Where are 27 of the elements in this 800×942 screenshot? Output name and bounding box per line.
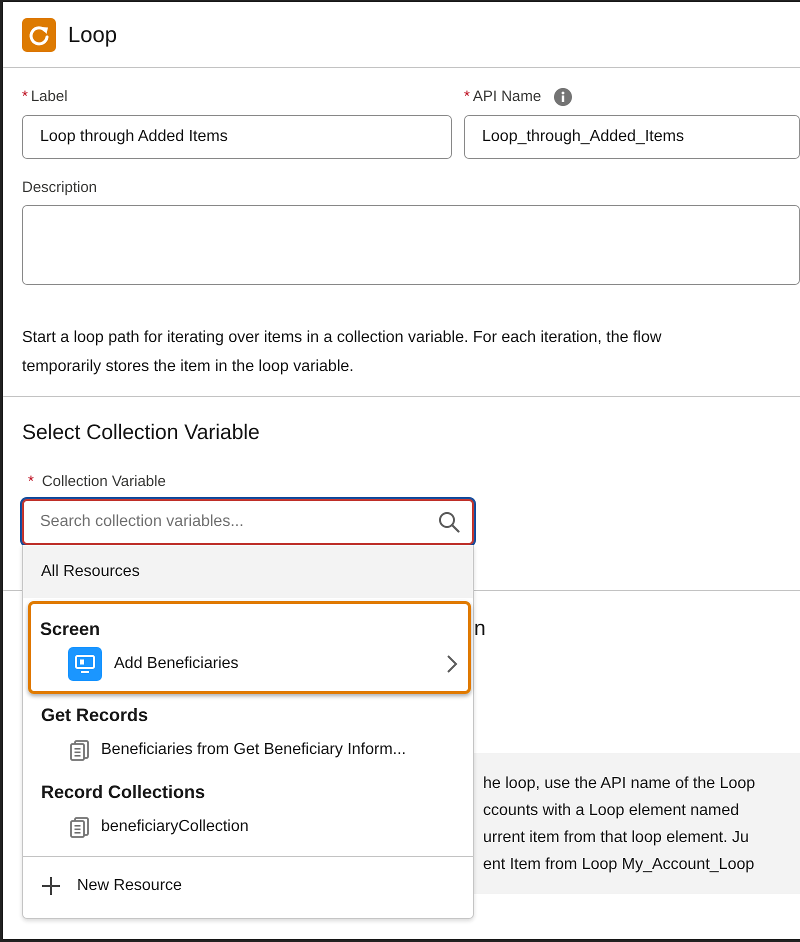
search-field[interactable]: Search collection variables... xyxy=(22,499,474,545)
description-field[interactable] xyxy=(22,205,800,285)
field-label: Label xyxy=(30,87,68,107)
required-mark: * xyxy=(28,472,34,492)
section-heading: n xyxy=(474,616,487,642)
required-mark: * xyxy=(464,87,470,107)
loop-icon xyxy=(22,18,56,52)
clipboard-stack-icon xyxy=(69,739,89,761)
menu-header: All Resources xyxy=(23,545,473,598)
panel-title: Loop xyxy=(68,21,117,49)
text-field[interactable]: Loop through Added Items xyxy=(22,114,452,158)
plus-icon xyxy=(41,876,61,896)
field-label: API Name xyxy=(472,87,542,107)
required-mark: * xyxy=(22,87,28,107)
text-field[interactable]: Loop_through_Added_Items xyxy=(464,114,800,158)
section-heading: Select Collection Variable xyxy=(22,420,261,446)
new-resource-button[interactable]: New Resource xyxy=(23,856,473,914)
group-heading: Get Records xyxy=(40,704,150,727)
screen-icon xyxy=(68,647,102,681)
help-text: Start a loop path for iterating over items in a collection variable. For each iteration, the flow temporarily stores the item in the loop variable. xyxy=(22,328,662,377)
group-heading: Screen xyxy=(39,618,102,641)
field-label: Description xyxy=(22,178,98,198)
menu-item[interactable]: Add Beneficiaries xyxy=(31,643,468,685)
field-label: Collection Variable xyxy=(42,472,166,492)
clipboard-stack-icon xyxy=(69,816,89,838)
search-icon xyxy=(438,511,460,533)
group-heading: Record Collections xyxy=(40,781,206,804)
